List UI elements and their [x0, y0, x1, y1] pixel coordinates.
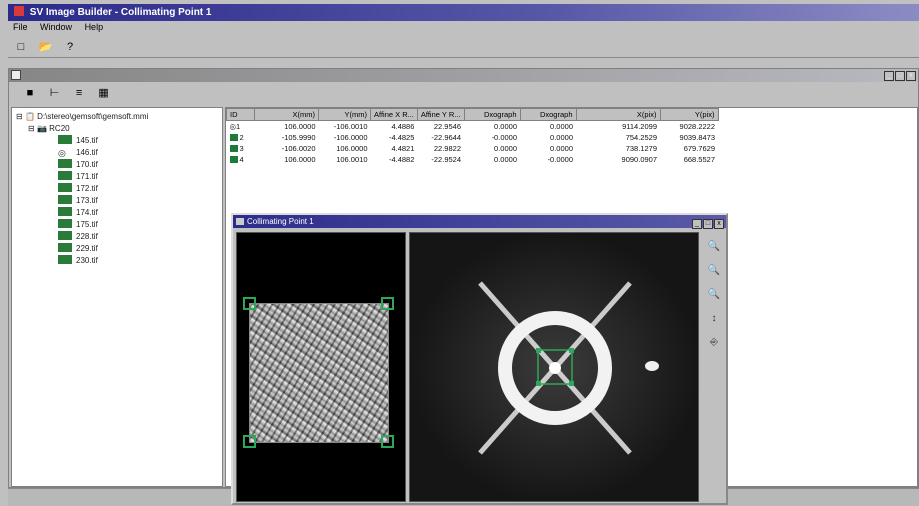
- tree-item[interactable]: 228.tif: [16, 231, 218, 243]
- help-icon[interactable]: ?: [62, 40, 78, 54]
- image-icon: [58, 135, 72, 144]
- close-button[interactable]: x: [906, 71, 916, 81]
- corner-marker[interactable]: [243, 435, 256, 448]
- eye-icon: ◎: [58, 148, 66, 158]
- tree-view-icon[interactable]: ⊢: [48, 86, 62, 100]
- popup-controls: _ □ x: [691, 216, 724, 229]
- point-marker-icon: [229, 144, 238, 152]
- grid-view-icon[interactable]: ▦: [97, 86, 111, 100]
- corner-marker[interactable]: [381, 435, 394, 448]
- tree-item[interactable]: 174.tif: [16, 207, 218, 219]
- image-icon: [58, 159, 72, 168]
- menu-file[interactable]: File: [13, 22, 28, 32]
- data-table: ID X(mm) Y(mm) Affine X R... Affine Y R.…: [226, 108, 719, 165]
- table-row[interactable]: ◎1 106.0000 -106.0010 4.4886 22.9546 0.0…: [227, 121, 719, 132]
- point-marker-icon: [229, 133, 238, 141]
- col-header-affine-y[interactable]: Affine Y R...: [416, 108, 465, 121]
- col-header-dxograph[interactable]: Dxograph: [463, 108, 521, 121]
- image-icon: [58, 195, 72, 204]
- tree-item[interactable]: 172.tif: [16, 183, 218, 195]
- collimating-point-window: Collimating Point 1 _ □ x 🔍 🔍 🔍 ↕ ⎆: [231, 213, 728, 505]
- fiducial-mark-graphic: [410, 233, 698, 501]
- overview-image-pane[interactable]: [236, 232, 406, 502]
- corner-marker[interactable]: [243, 297, 256, 310]
- zoom-in-icon[interactable]: 🔍: [705, 238, 723, 256]
- popup-title: Collimating Point 1: [247, 217, 314, 226]
- main-toolbar: □ 📂 ?: [8, 36, 919, 58]
- minimize-button[interactable]: _: [884, 71, 894, 81]
- window-title: SV Image Builder - Collimating Point 1: [29, 7, 212, 18]
- menu-window[interactable]: Window: [40, 22, 72, 32]
- project-tree[interactable]: ⊟ 📋 D:\stereo\gemsoft\gemsoft.mmi ⊟ 📷 RC…: [11, 107, 223, 487]
- col-header-x-pix[interactable]: X(pix): [575, 108, 661, 121]
- subwindow-toolbar: ■ ⊢ ≡ ▦: [9, 82, 918, 104]
- popup-title-bar[interactable]: Collimating Point 1 _ □ x: [233, 215, 726, 229]
- point-marker-icon: [229, 155, 238, 163]
- pan-icon[interactable]: ↕: [705, 310, 723, 328]
- col-header-x-mm[interactable]: X(mm): [254, 108, 319, 121]
- image-icon: [58, 183, 72, 192]
- list-view-icon[interactable]: ≡: [72, 86, 86, 100]
- open-folder-icon[interactable]: 📂: [38, 40, 54, 54]
- camera-icon: 📷: [36, 124, 47, 133]
- col-header-y-pix[interactable]: Y(pix): [659, 108, 719, 121]
- corner-marker[interactable]: [381, 297, 394, 310]
- subwindow-icon: [11, 70, 21, 80]
- close-button[interactable]: x: [714, 219, 724, 229]
- tree-item[interactable]: 173.tif: [16, 195, 218, 207]
- tree-item[interactable]: ◎ 146.tif: [16, 147, 218, 159]
- col-header-id[interactable]: ID: [226, 108, 255, 121]
- new-file-icon[interactable]: □: [13, 40, 29, 54]
- expand-icon[interactable]: ⊟: [28, 124, 37, 133]
- tree-item[interactable]: 170.tif: [16, 159, 218, 171]
- col-header-y-mm[interactable]: Y(mm): [318, 108, 371, 121]
- tree-item[interactable]: 229.tif: [16, 243, 218, 255]
- tree-item[interactable]: 175.tif: [16, 219, 218, 231]
- measure-icon[interactable]: ⎆: [705, 334, 723, 352]
- maximize-button[interactable]: □: [703, 219, 713, 229]
- expand-icon[interactable]: ⊟: [16, 112, 25, 121]
- col-header-dxograph-2[interactable]: Dxograph: [519, 108, 577, 121]
- fiducial-zoom-view[interactable]: [409, 232, 699, 502]
- table-row[interactable]: 2 -105.9990 -106.0000 -4.4825 -22.9644 -…: [227, 132, 719, 143]
- zoom-fit-icon[interactable]: 🔍: [705, 286, 723, 304]
- tree-item[interactable]: 171.tif: [16, 171, 218, 183]
- tree-item[interactable]: ⊟ 📷 RC20: [16, 123, 218, 135]
- popup-window-icon: [236, 218, 244, 225]
- image-icon: [58, 207, 72, 216]
- tree-item[interactable]: 230.tif: [16, 255, 218, 267]
- minimize-button[interactable]: _: [692, 219, 702, 229]
- image-icon: [58, 231, 72, 240]
- image-icon: [58, 219, 72, 228]
- title-bar[interactable]: SV Image Builder - Collimating Point 1: [8, 4, 919, 21]
- image-icon: [58, 255, 72, 264]
- header-row: ID X(mm) Y(mm) Affine X R... Affine Y R.…: [226, 108, 719, 121]
- subwindow-controls: _ □ x: [883, 70, 916, 81]
- maximize-button[interactable]: □: [895, 71, 905, 81]
- col-header-affine-x[interactable]: Affine X R...: [370, 108, 418, 121]
- tree-item[interactable]: 145.tif: [16, 135, 218, 147]
- table-row[interactable]: 4 106.0000 106.0010 -4.4882 -22.9524 0.0…: [227, 154, 719, 165]
- table-row[interactable]: 3 -106.0020 106.0000 4.4821 22.9822 0.00…: [227, 143, 719, 154]
- save-icon[interactable]: ■: [23, 86, 37, 100]
- zoom-toolbar: 🔍 🔍 🔍 ↕ ⎆: [703, 232, 725, 502]
- zoom-out-icon[interactable]: 🔍: [705, 262, 723, 280]
- image-icon: [58, 171, 72, 180]
- menu-bar: File Window Help: [8, 22, 919, 35]
- aerial-photo-thumbnail[interactable]: [249, 303, 389, 443]
- image-icon: [58, 243, 72, 252]
- menu-help[interactable]: Help: [85, 22, 104, 32]
- project-icon: 📋: [24, 112, 35, 121]
- app-icon: [14, 6, 24, 16]
- tree-item[interactable]: ⊟ 📋 D:\stereo\gemsoft\gemsoft.mmi: [16, 111, 218, 123]
- subwindow-title-bar[interactable]: _ □ x: [9, 69, 918, 82]
